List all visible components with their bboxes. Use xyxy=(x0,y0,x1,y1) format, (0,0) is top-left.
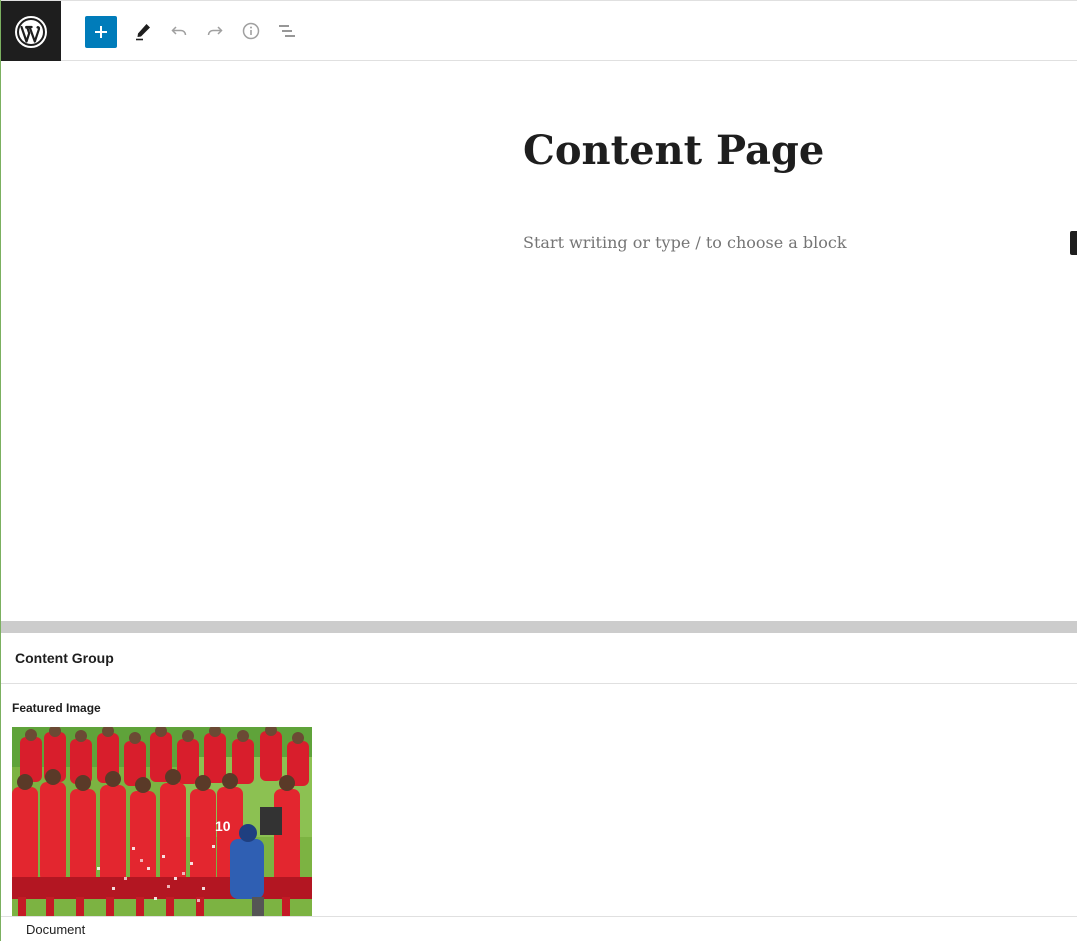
redo-button[interactable] xyxy=(199,15,231,47)
tools-button[interactable] xyxy=(127,15,159,47)
post-title[interactable]: Content Page xyxy=(523,127,824,174)
block-placeholder[interactable]: Start writing or type / to choose a bloc… xyxy=(523,233,847,252)
editor-footer: Document xyxy=(1,916,1077,941)
meta-boxes-area: Content Group Featured Image 10 xyxy=(1,633,1077,941)
editor-app: Content Page Start writing or type / to … xyxy=(0,0,1077,941)
details-button[interactable] xyxy=(235,15,267,47)
meta-boxes-resize-handle[interactable] xyxy=(1,621,1077,633)
meta-box-header[interactable]: Content Group xyxy=(1,633,1077,684)
wordpress-logo-icon xyxy=(15,15,47,48)
team-celebration-photo: 10 xyxy=(12,727,312,917)
block-inserter-toggle[interactable] xyxy=(1070,231,1077,255)
svg-text:10: 10 xyxy=(215,818,231,834)
redo-icon xyxy=(207,26,223,36)
editor-canvas: Content Page Start writing or type / to … xyxy=(1,61,1077,621)
list-view-icon xyxy=(279,25,295,37)
breadcrumb-document[interactable]: Document xyxy=(26,922,85,937)
meta-box-title: Content Group xyxy=(15,650,114,666)
featured-image-label: Featured Image xyxy=(12,701,101,715)
list-view-button[interactable] xyxy=(271,15,303,47)
plus-icon xyxy=(95,26,107,38)
pencil-icon xyxy=(136,24,150,41)
undo-button[interactable] xyxy=(163,15,195,47)
info-icon xyxy=(242,22,260,40)
editor-toolbar xyxy=(1,0,1077,62)
add-block-button[interactable] xyxy=(85,16,117,48)
undo-icon xyxy=(171,26,187,36)
featured-image[interactable]: 10 xyxy=(12,727,312,917)
wordpress-logo-button[interactable] xyxy=(1,1,61,62)
